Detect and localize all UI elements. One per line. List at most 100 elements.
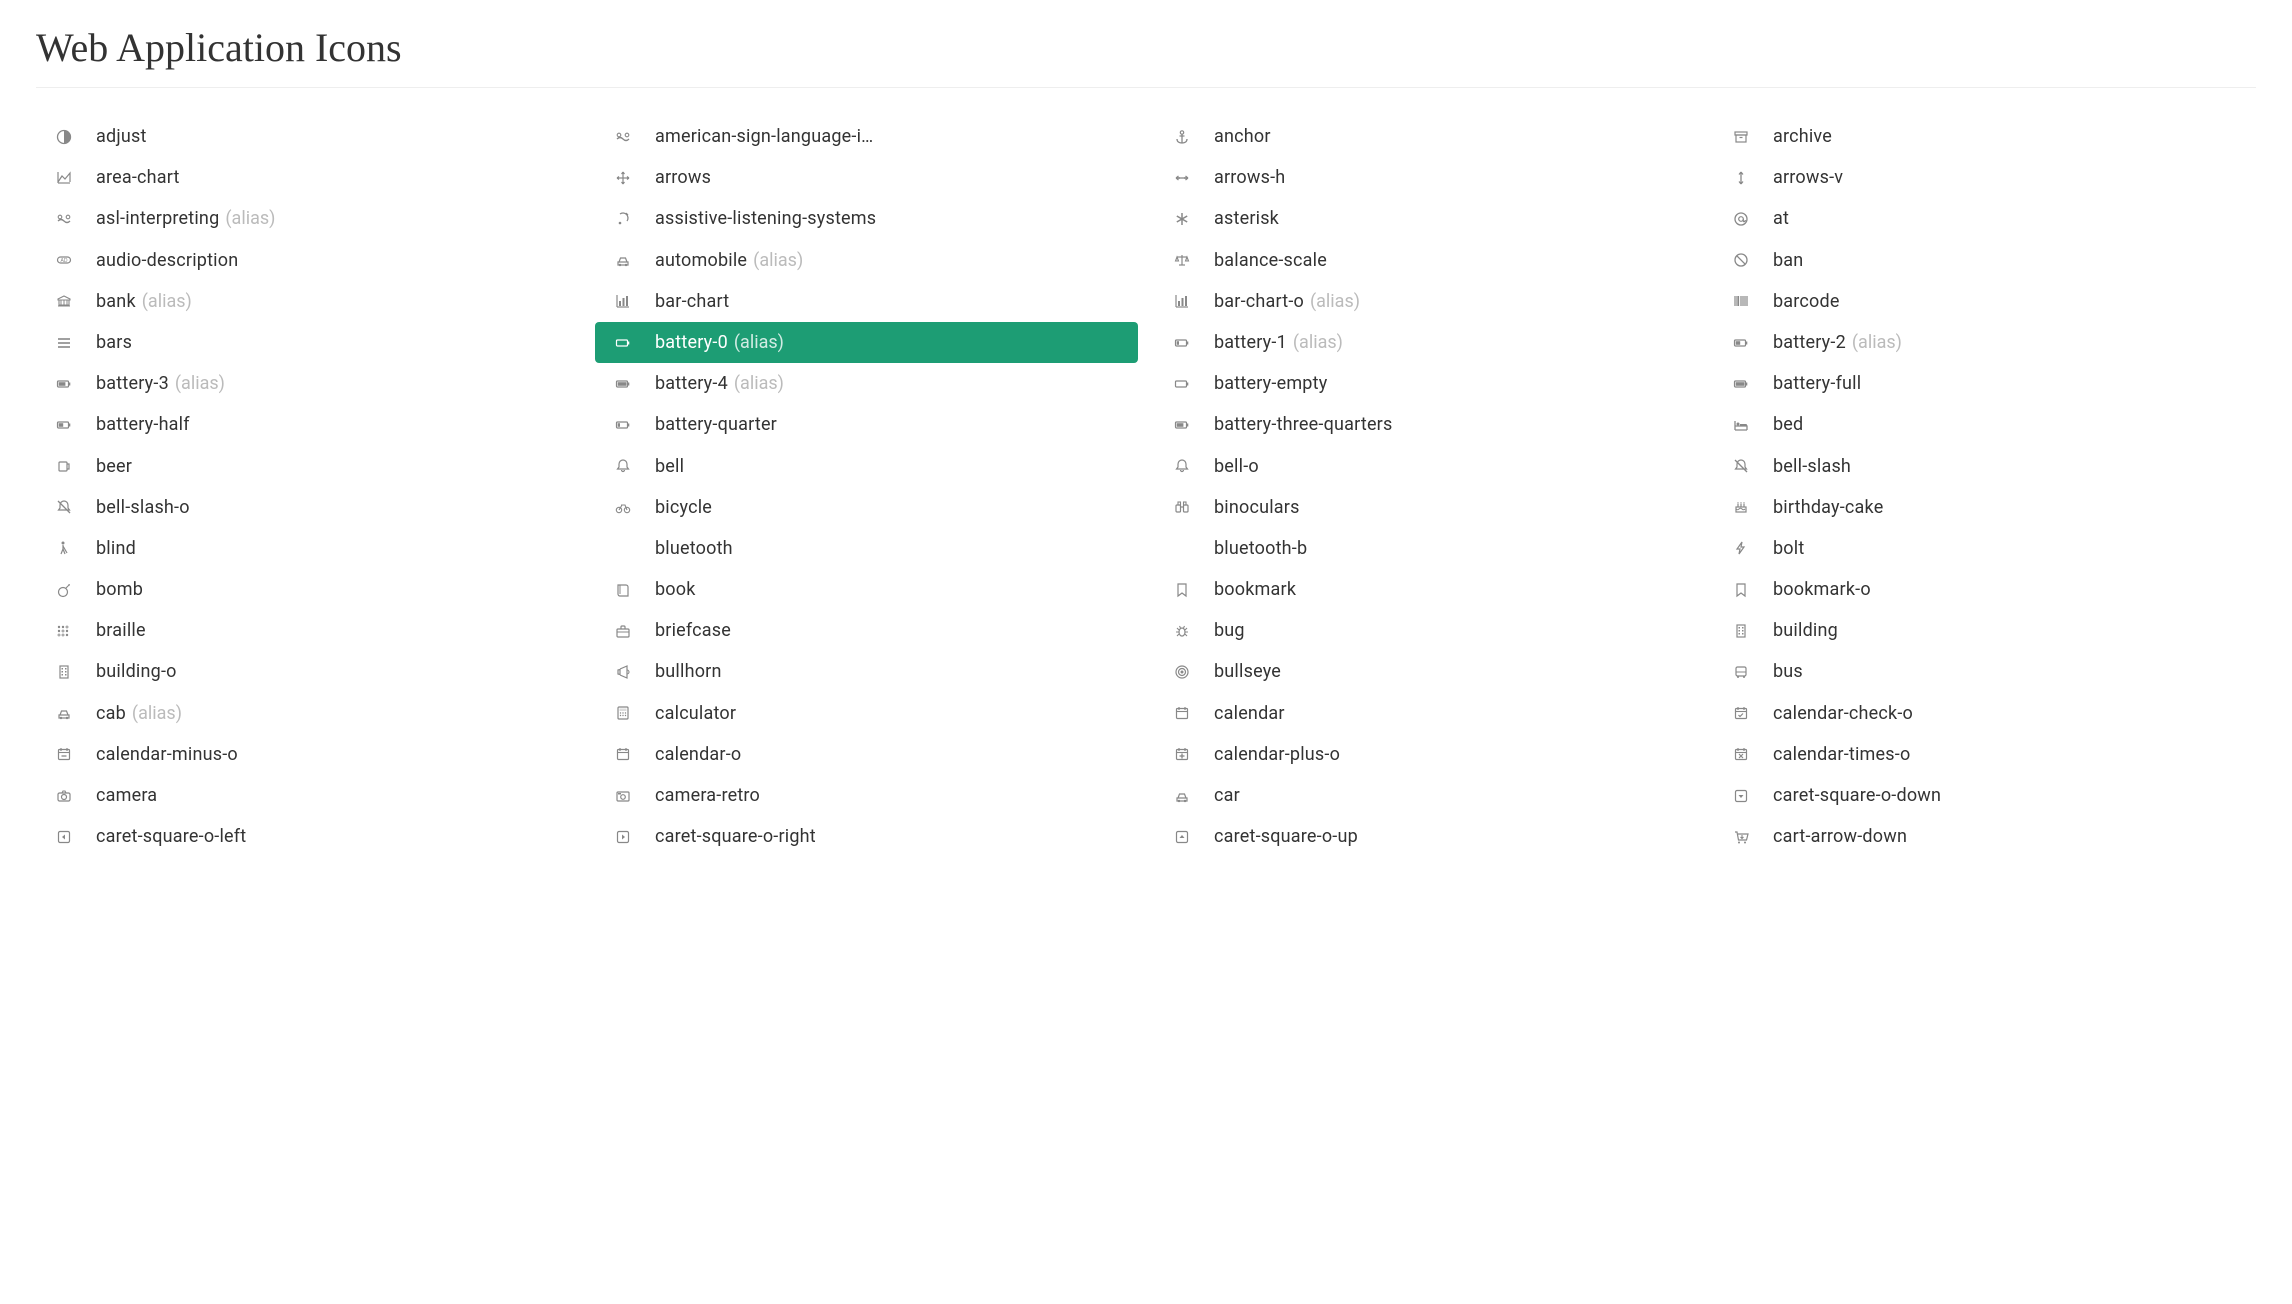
icon-item-area-chart[interactable]: area-chart	[36, 157, 579, 198]
icon-grid: adjust american-sign-language-i… anchor arc…	[36, 116, 2256, 857]
icon-label: battery-half	[96, 412, 190, 437]
icon-item-bell-slash[interactable]: bell-slash	[1713, 446, 2256, 487]
icon-item-building-o[interactable]: building-o	[36, 651, 579, 692]
icon-item-braille[interactable]: braille	[36, 610, 579, 651]
icon-item-calendar-minus-o[interactable]: calendar-minus-o	[36, 734, 579, 775]
bullseye-icon	[1168, 664, 1196, 680]
icon-item-barcode[interactable]: barcode	[1713, 281, 2256, 322]
icon-item-beer[interactable]: beer	[36, 446, 579, 487]
icon-item-at[interactable]: at	[1713, 198, 2256, 239]
bookmark-icon	[1168, 582, 1196, 598]
icon-label: caret-square-o-left	[96, 824, 246, 849]
icon-item-american-sign-language-interpreting[interactable]: american-sign-language-i…	[595, 116, 1138, 157]
icon-item-calendar-check-o[interactable]: calendar-check-o	[1713, 693, 2256, 734]
icon-item-bars[interactable]: bars	[36, 322, 579, 363]
icon-item-arrows-v[interactable]: arrows-v	[1713, 157, 2256, 198]
icon-item-battery-2[interactable]: battery-2(alias)	[1713, 322, 2256, 363]
icon-item-calendar-plus-o[interactable]: calendar-plus-o	[1154, 734, 1697, 775]
icon-label: bell-slash-o	[96, 495, 190, 520]
icon-item-audio-description[interactable]: audio-description	[36, 240, 579, 281]
icon-item-balance-scale[interactable]: balance-scale	[1154, 240, 1697, 281]
icon-item-camera[interactable]: camera	[36, 775, 579, 816]
icon-item-binoculars[interactable]: binoculars	[1154, 487, 1697, 528]
beer-icon	[50, 458, 78, 474]
alias-label: (alias)	[1293, 330, 1343, 355]
icon-item-battery-three-quarters[interactable]: battery-three-quarters	[1154, 404, 1697, 445]
icon-item-bomb[interactable]: bomb	[36, 569, 579, 610]
icon-item-bell[interactable]: bell	[595, 446, 1138, 487]
icon-item-cart-arrow-down[interactable]: cart-arrow-down	[1713, 816, 2256, 857]
icon-label: bullhorn	[655, 659, 722, 684]
icon-item-battery-full[interactable]: battery-full	[1713, 363, 2256, 404]
icon-item-asl-interpreting[interactable]: asl-interpreting(alias)	[36, 198, 579, 239]
icon-item-battery-empty[interactable]: battery-empty	[1154, 363, 1697, 404]
icon-label: battery-4	[655, 371, 728, 396]
bell-icon	[609, 458, 637, 474]
bolt-icon	[1727, 540, 1755, 556]
icon-item-bullhorn[interactable]: bullhorn	[595, 651, 1138, 692]
icon-label: calendar-times-o	[1773, 742, 1910, 767]
alias-label: (alias)	[142, 289, 192, 314]
icon-item-bookmark[interactable]: bookmark	[1154, 569, 1697, 610]
icon-label: car	[1214, 783, 1240, 808]
icon-item-calendar[interactable]: calendar	[1154, 693, 1697, 734]
icon-item-asterisk[interactable]: asterisk	[1154, 198, 1697, 239]
icon-item-bell-o[interactable]: bell-o	[1154, 446, 1697, 487]
icon-item-bar-chart[interactable]: bar-chart	[595, 281, 1138, 322]
alias-label: (alias)	[1852, 330, 1902, 355]
bed-icon	[1727, 417, 1755, 433]
battery-4-icon	[609, 376, 637, 392]
icon-item-bullseye[interactable]: bullseye	[1154, 651, 1697, 692]
icon-item-battery-4[interactable]: battery-4(alias)	[595, 363, 1138, 404]
icon-item-assistive-listening-systems[interactable]: assistive-listening-systems	[595, 198, 1138, 239]
icon-item-adjust[interactable]: adjust	[36, 116, 579, 157]
icon-item-briefcase[interactable]: briefcase	[595, 610, 1138, 651]
icon-item-caret-square-o-right[interactable]: caret-square-o-right	[595, 816, 1138, 857]
icon-item-bar-chart-o[interactable]: bar-chart-o(alias)	[1154, 281, 1697, 322]
bell-slash-o-icon	[50, 499, 78, 515]
icon-label: cart-arrow-down	[1773, 824, 1907, 849]
icon-item-caret-square-o-down[interactable]: caret-square-o-down	[1713, 775, 2256, 816]
icon-item-archive[interactable]: archive	[1713, 116, 2256, 157]
icon-item-bug[interactable]: bug	[1154, 610, 1697, 651]
icon-item-battery-quarter[interactable]: battery-quarter	[595, 404, 1138, 445]
icon-item-automobile[interactable]: automobile(alias)	[595, 240, 1138, 281]
icon-item-building[interactable]: building	[1713, 610, 2256, 651]
icon-item-battery-half[interactable]: battery-half	[36, 404, 579, 445]
icon-item-caret-square-o-up[interactable]: caret-square-o-up	[1154, 816, 1697, 857]
icon-item-ban[interactable]: ban	[1713, 240, 2256, 281]
icon-item-calculator[interactable]: calculator	[595, 693, 1138, 734]
icon-item-bicycle[interactable]: bicycle	[595, 487, 1138, 528]
bullhorn-icon	[609, 664, 637, 680]
battery-1-icon	[1168, 335, 1196, 351]
icon-item-bluetooth[interactable]: bluetooth	[595, 528, 1138, 569]
icon-item-calendar-o[interactable]: calendar-o	[595, 734, 1138, 775]
icon-label: bank	[96, 289, 136, 314]
icon-item-bed[interactable]: bed	[1713, 404, 2256, 445]
icon-item-bolt[interactable]: bolt	[1713, 528, 2256, 569]
icon-item-calendar-times-o[interactable]: calendar-times-o	[1713, 734, 2256, 775]
icon-label: calendar-o	[655, 742, 741, 767]
icon-item-bell-slash-o[interactable]: bell-slash-o	[36, 487, 579, 528]
icon-item-birthday-cake[interactable]: birthday-cake	[1713, 487, 2256, 528]
icon-item-anchor[interactable]: anchor	[1154, 116, 1697, 157]
icon-item-battery-3[interactable]: battery-3(alias)	[36, 363, 579, 404]
icon-item-camera-retro[interactable]: camera-retro	[595, 775, 1138, 816]
icon-item-bluetooth-b[interactable]: bluetooth-b	[1154, 528, 1697, 569]
icon-item-bus[interactable]: bus	[1713, 651, 2256, 692]
icon-item-car[interactable]: car	[1154, 775, 1697, 816]
icon-item-bank[interactable]: bank(alias)	[36, 281, 579, 322]
bell-slash-icon	[1727, 458, 1755, 474]
icon-item-battery-1[interactable]: battery-1(alias)	[1154, 322, 1697, 363]
icon-item-battery-0[interactable]: battery-0(alias)	[595, 322, 1138, 363]
icon-item-caret-square-o-left[interactable]: caret-square-o-left	[36, 816, 579, 857]
icon-item-book[interactable]: book	[595, 569, 1138, 610]
icon-item-arrows[interactable]: arrows	[595, 157, 1138, 198]
icon-item-bookmark-o[interactable]: bookmark-o	[1713, 569, 2256, 610]
icon-item-arrows-h[interactable]: arrows-h	[1154, 157, 1697, 198]
icon-item-blind[interactable]: blind	[36, 528, 579, 569]
icon-label: calendar	[1214, 701, 1285, 726]
alias-label: (alias)	[753, 248, 803, 273]
calendar-o-icon	[609, 746, 637, 762]
icon-item-cab[interactable]: cab(alias)	[36, 693, 579, 734]
